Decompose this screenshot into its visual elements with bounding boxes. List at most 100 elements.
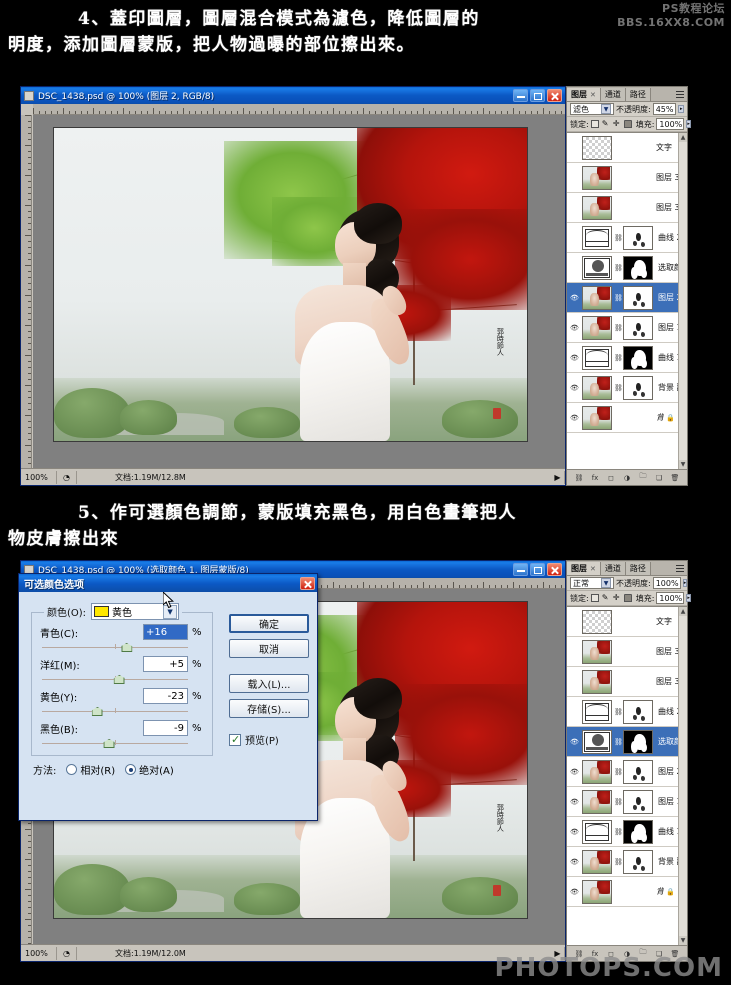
layer-thumbnail[interactable]	[582, 789, 612, 814]
lock-fill-row-bottom[interactable]: 锁定: ✎ ✛ 填充: 100% ▸	[567, 591, 691, 606]
layer-row[interactable]: ⛓ 曲线 2	[567, 223, 680, 253]
panel-tabs-bottom[interactable]: 图层 ✕ 通道 路径	[567, 561, 687, 576]
photoshop-window-top[interactable]: DSC_1438.psd @ 100% (图层 2, RGB/8) 郭時節人 1…	[20, 86, 566, 486]
blend-opacity-row-bottom[interactable]: 正常 ▼ 不透明度: 100% ▸	[567, 576, 688, 591]
color-select[interactable]: 黄色 ▼	[91, 603, 180, 620]
cancel-button[interactable]: 取消	[229, 639, 309, 658]
opacity-value-bottom[interactable]: 100%	[652, 577, 681, 589]
layer-thumbnail[interactable]	[582, 609, 612, 634]
adjustment-icon[interactable]: ◑	[623, 473, 632, 482]
layers-panel-top[interactable]: 图层 ✕ 通道 路径 滤色 ▼ 不透明度: 45% ▸ 锁定: ✎ ✛ 填充: …	[566, 86, 691, 486]
layer-mask-link-icon[interactable]: ⛓	[614, 354, 623, 362]
fill-value-top[interactable]: 100%	[656, 118, 685, 130]
close-button-bottom[interactable]	[547, 563, 562, 576]
layer-mask-link-icon[interactable]: ⛓	[614, 294, 623, 302]
layer-thumbnail[interactable]	[582, 135, 612, 160]
layer-row[interactable]: 文字	[567, 133, 680, 163]
slider-1[interactable]: 青色(C): +16%	[40, 624, 204, 652]
selective-color-dialog[interactable]: 可选颜色选项 颜色(O): 黄色 ▼ 青色(C): +16% 洋红(M): +5% 黄色…	[18, 573, 318, 821]
slider-value-input[interactable]: -9	[143, 720, 188, 736]
scroll-up-icon-bottom[interactable]: ▲	[679, 607, 687, 616]
layers-scrollbar-bottom[interactable]: ▲ ▼	[678, 607, 687, 945]
layer-thumbnail[interactable]	[582, 165, 612, 190]
layer-mask-thumbnail[interactable]	[623, 375, 653, 400]
layer-row[interactable]: 👁 背景🔒	[567, 877, 680, 907]
layer-mask-link-icon[interactable]: ⛓	[614, 708, 623, 716]
layer-mask-link-icon[interactable]: ⛓	[614, 798, 623, 806]
link-icon[interactable]: ⛓	[575, 473, 584, 482]
radio-absolute-icon[interactable]	[125, 764, 137, 775]
method-row[interactable]: 方法: 相对(R) 绝对(A)	[33, 762, 309, 777]
slider-track[interactable]	[42, 675, 188, 684]
layers-list-top[interactable]: 文字图层 3 副本图层 3 ⛓ 曲线 2 ⛓ 选取颜... 👁 ⛓ 图层 2 👁 ⛓ 图层 1 👁 ⛓ 曲…	[567, 132, 687, 469]
radio-relative-icon[interactable]	[66, 764, 78, 775]
eye-icon[interactable]: 👁	[569, 888, 580, 896]
blend-mode-select-bottom[interactable]: 正常 ▼	[570, 577, 614, 589]
layer-mask-thumbnail[interactable]	[623, 699, 653, 724]
eye-icon[interactable]: 👁	[569, 768, 580, 776]
statusbar-arrow-top[interactable]: ▶	[551, 470, 565, 484]
minimize-button-bottom[interactable]	[513, 563, 528, 576]
chevron-down-icon-color[interactable]: ▼	[163, 604, 178, 619]
photo-canvas-top[interactable]: 郭時節人	[53, 127, 528, 442]
lock-fill-row-top[interactable]: 锁定: ✎ ✛ 填充: 100% ▸	[567, 117, 691, 132]
layer-mask-link-icon[interactable]: ⛓	[614, 768, 623, 776]
maximize-button-top[interactable]	[530, 89, 545, 102]
layer-row[interactable]: 图层 3	[567, 667, 680, 697]
layer-row[interactable]: 👁 ⛓ 背景 副本	[567, 847, 680, 877]
eye-icon[interactable]: 👁	[569, 738, 580, 746]
layer-mask-thumbnail[interactable]	[623, 729, 653, 754]
canvas-top[interactable]: 郭時節人	[33, 115, 565, 468]
layer-mask-thumbnail[interactable]	[623, 819, 653, 844]
chevron-down-icon-opacity-top[interactable]: ▸	[678, 105, 684, 113]
layers-scrollbar-top[interactable]: ▲ ▼	[678, 133, 687, 469]
layer-thumbnail[interactable]	[582, 375, 612, 400]
slider-value-input[interactable]: +16	[143, 624, 188, 640]
scroll-up-icon-top[interactable]: ▲	[679, 133, 687, 142]
slider-value-input[interactable]: +5	[143, 656, 188, 672]
layer-thumbnail[interactable]	[582, 669, 612, 694]
dialog-buttons[interactable]: 确定 取消 载入(L)... 存储(S)... 预览(P)	[229, 614, 309, 747]
eye-icon[interactable]: 👁	[569, 828, 580, 836]
slider-track[interactable]	[42, 643, 188, 652]
layer-thumbnail[interactable]	[582, 405, 612, 430]
tab-paths-top[interactable]: 路径	[625, 88, 651, 101]
zoom-level-bottom[interactable]: 100%	[21, 946, 57, 960]
layer-thumbnail[interactable]	[582, 285, 612, 310]
tab-channels-top[interactable]: 通道	[600, 88, 626, 101]
slider-track[interactable]	[42, 707, 188, 716]
ok-button[interactable]: 确定	[229, 614, 309, 633]
layers-panel-buttons-top[interactable]: ⛓ fx ◻ ◑ 🗀 ❏ 🗑	[567, 469, 687, 485]
layer-thumbnail[interactable]	[582, 879, 612, 904]
chevron-down-icon-fill-top[interactable]: ▸	[686, 120, 691, 128]
dialog-close-button[interactable]	[300, 576, 315, 590]
layer-row[interactable]: 👁 ⛓ 选取颜...	[567, 727, 680, 757]
layer-row[interactable]: 👁 ⛓ 背景 副本	[567, 373, 680, 403]
tab-close-icon-bottom[interactable]: ✕	[590, 565, 596, 573]
load-button[interactable]: 载入(L)...	[229, 674, 309, 693]
chevron-down-icon-blend-bottom[interactable]: ▼	[601, 578, 611, 588]
layer-row[interactable]: 👁 ⛓ 图层 1	[567, 313, 680, 343]
layer-row[interactable]: 图层 3 副本	[567, 163, 680, 193]
layer-thumbnail[interactable]	[582, 345, 612, 370]
method-option-absolute[interactable]: 绝对(A)	[125, 762, 174, 777]
chevron-down-icon-blend-top[interactable]: ▼	[601, 104, 611, 114]
blend-mode-select-top[interactable]: 滤色 ▼	[570, 103, 614, 115]
layer-mask-thumbnail[interactable]	[623, 285, 653, 310]
zoom-level-top[interactable]: 100%	[21, 470, 57, 484]
close-button-top[interactable]	[547, 89, 562, 102]
layer-thumbnail[interactable]	[582, 255, 612, 280]
preview-checkbox-row[interactable]: 预览(P)	[229, 732, 309, 747]
layer-mask-link-icon[interactable]: ⛓	[614, 264, 623, 272]
mask-icon[interactable]: ◻	[607, 473, 616, 482]
layer-mask-thumbnail[interactable]	[623, 225, 653, 250]
window-controls-top[interactable]	[513, 89, 562, 102]
eye-icon[interactable]: 👁	[569, 324, 580, 332]
eye-icon[interactable]: 👁	[569, 354, 580, 362]
layer-thumbnail[interactable]	[582, 639, 612, 664]
lock-all-icon-bottom[interactable]	[623, 594, 632, 602]
group-icon[interactable]: 🗀	[639, 472, 648, 482]
layer-thumbnail[interactable]	[582, 729, 612, 754]
layers-list-bottom[interactable]: 文字图层 3 副本图层 3 ⛓ 曲线 2 👁 ⛓ 选取颜... 👁 ⛓ 图层 2 👁 ⛓ 图层 1 👁 ⛓…	[567, 606, 687, 945]
tab-layers-bottom[interactable]: 图层 ✕	[567, 562, 601, 575]
